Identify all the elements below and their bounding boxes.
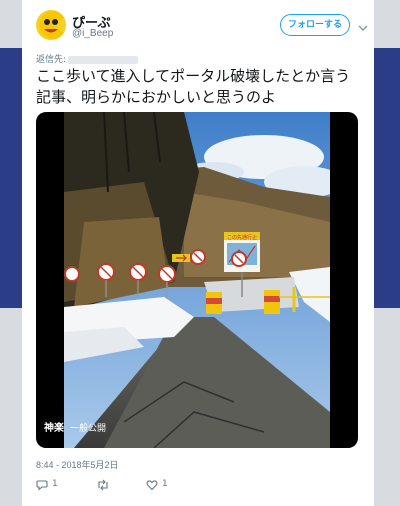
avatar[interactable] bbox=[36, 10, 66, 40]
heart-icon bbox=[146, 480, 158, 491]
reply-target-redacted bbox=[68, 55, 139, 64]
reply-label: 返信先: bbox=[36, 55, 67, 65]
road-closure-photo: この先通行止 bbox=[64, 112, 330, 448]
tweet-media[interactable]: この先通行止 神楽 一般公開 bbox=[36, 112, 358, 448]
profile-banner-edge bbox=[0, 48, 22, 308]
avatar-pacman-icon bbox=[36, 10, 66, 40]
more-options-button[interactable] bbox=[358, 18, 368, 31]
follow-button[interactable]: フォローする bbox=[280, 14, 350, 36]
page-background-left bbox=[0, 0, 22, 506]
tweet-actions: 1 1 bbox=[36, 478, 236, 492]
chevron-down-icon bbox=[358, 25, 368, 31]
reply-button[interactable]: 1 bbox=[36, 478, 76, 492]
retweet-button[interactable] bbox=[96, 478, 136, 492]
media-caption: 神楽 一般公開 bbox=[44, 419, 106, 434]
tweet-card: ぴーぷ @i_Beep フォローする 返信先: ここ歩いて進入してポータル破壊し… bbox=[22, 0, 374, 506]
reply-context: 返信先: bbox=[36, 52, 139, 66]
like-count: 1 bbox=[162, 479, 168, 489]
tweet-timestamp[interactable]: 8:44 - 2018年5月2日 bbox=[36, 458, 119, 471]
reply-icon bbox=[36, 480, 48, 491]
page-background-right bbox=[374, 0, 400, 506]
user-handle[interactable]: @i_Beep bbox=[72, 28, 113, 39]
retweet-icon bbox=[98, 479, 108, 491]
reply-count: 1 bbox=[52, 479, 58, 489]
media-visibility: 一般公開 bbox=[70, 424, 107, 434]
like-button[interactable]: 1 bbox=[146, 478, 186, 492]
sign-title: この先通行止 bbox=[227, 234, 257, 241]
tweet-text: ここ歩いて進入してポータル破壊したとか言う記事、明らかにおかしいと思うのよ bbox=[36, 67, 351, 106]
media-location: 神楽 bbox=[44, 423, 64, 434]
profile-banner-edge bbox=[374, 48, 400, 308]
